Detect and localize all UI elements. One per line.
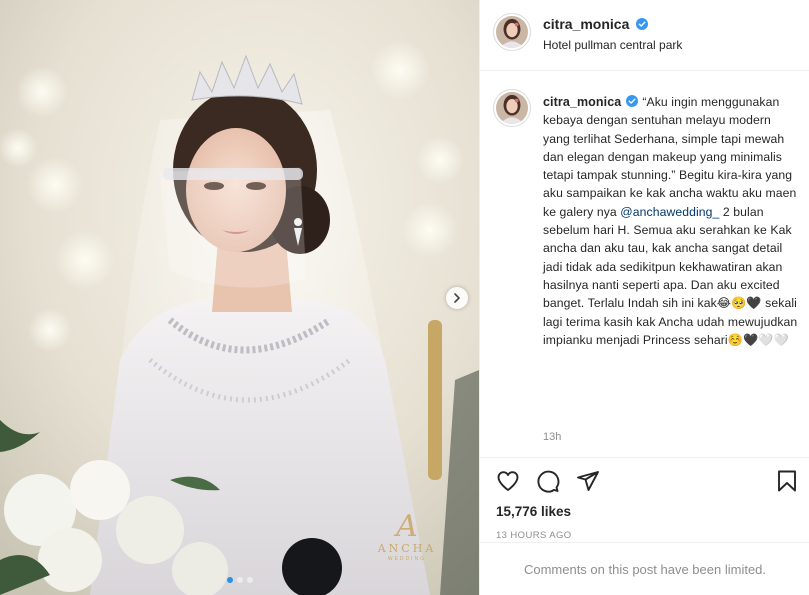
caption-username[interactable]: citra_monica [543,95,621,109]
author-username[interactable]: citra_monica [543,16,629,32]
caption-author-avatar[interactable] [493,89,531,127]
avatar-image [496,92,528,124]
instagram-post: A ANCHA WEDDING citra_monica Hotel pullm… [0,0,809,595]
post-location[interactable]: Hotel pullman central park [543,38,682,52]
author-avatar[interactable] [493,13,531,51]
avatar-image [496,16,528,48]
author-username-row: citra_monica [543,16,649,32]
verified-badge-icon [626,95,639,107]
carousel-dot [246,577,253,583]
like-button[interactable] [495,468,521,494]
action-icons-row [495,468,601,494]
comment-button[interactable] [535,468,561,494]
watermark-brand: ANCHA [377,542,437,555]
bookmark-icon [778,470,796,492]
post-actions: 15,776 likes 13 HOURS AGO [480,457,809,541]
caption-text-part-1: “Aku ingin menggunakan kebaya dengan sen… [543,95,797,219]
share-button[interactable] [575,468,601,494]
post-header: citra_monica Hotel pullman central park [480,0,809,71]
chevron-right-icon [454,293,460,303]
save-button[interactable] [774,468,800,494]
carousel-indicator [0,577,479,583]
watermark-subtitle: WEDDING [387,556,427,562]
caption-mention-link[interactable]: @anchawedding_ [620,205,719,219]
heart-icon [497,471,519,491]
caption-timestamp: 13h [543,431,562,443]
caption-area: citra_monica “Aku ingin menggunakan kebay… [480,72,809,456]
share-icon [577,471,599,491]
bride-photo [0,0,479,595]
verified-badge-icon [636,18,649,30]
carousel-dot [236,577,243,583]
post-side-panel: citra_monica Hotel pullman central park [479,0,809,595]
comments-limited-notice: Comments on this post have been limited. [480,542,809,595]
watermark-monogram: A [396,509,418,544]
post-caption: citra_monica “Aku ingin menggunakan kebay… [543,93,798,349]
ancha-wedding-watermark: A ANCHA WEDDING [372,512,442,563]
post-photo-carousel[interactable]: A ANCHA WEDDING [0,0,479,595]
comment-icon [537,470,560,493]
carousel-dot-active [226,577,233,583]
likes-count[interactable]: 15,776 likes [496,504,571,519]
post-date[interactable]: 13 HOURS AGO [496,530,572,541]
carousel-next-button[interactable] [446,287,468,309]
caption-text-part-2: 2 bulan sebelum hari H. Semua aku serahk… [543,204,798,347]
